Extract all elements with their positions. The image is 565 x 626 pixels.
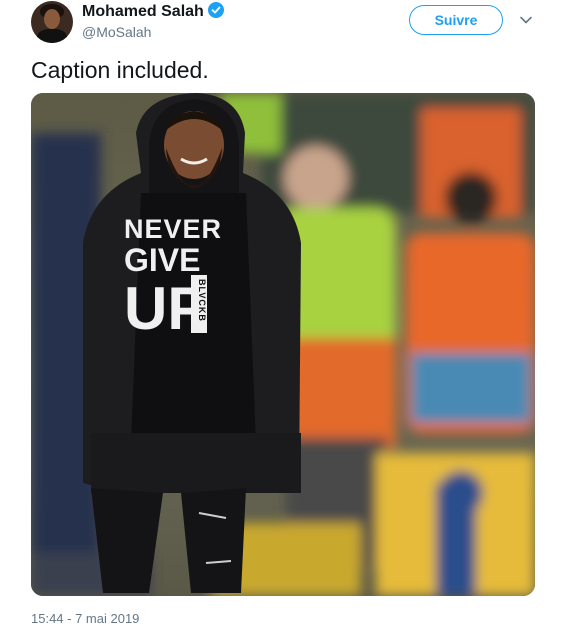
user-name-row[interactable]: Mohamed Salah [82,2,224,21]
shirt-line-2: GIVE [124,242,200,278]
tweet-timestamp[interactable]: 15:44 - 7 mai 2019 [31,611,139,626]
user-name[interactable]: Mohamed Salah [82,3,204,20]
tweet-text: Caption included. [31,57,209,83]
shirt-tag: BLVCKB [197,279,207,322]
avatar-body [37,29,67,43]
user-handle[interactable]: @MoSalah [82,24,151,40]
avatar-face [44,9,60,29]
follow-button[interactable]: Suivre [409,5,503,35]
chevron-down-icon[interactable] [519,13,533,27]
photo-scene: NEVER GIVE UP BLVCKB [31,93,535,596]
avatar[interactable] [31,1,73,43]
shirt-line-1: NEVER [124,214,222,244]
verified-badge-icon [207,2,224,18]
tweet-photo[interactable]: NEVER GIVE UP BLVCKB [31,93,535,596]
